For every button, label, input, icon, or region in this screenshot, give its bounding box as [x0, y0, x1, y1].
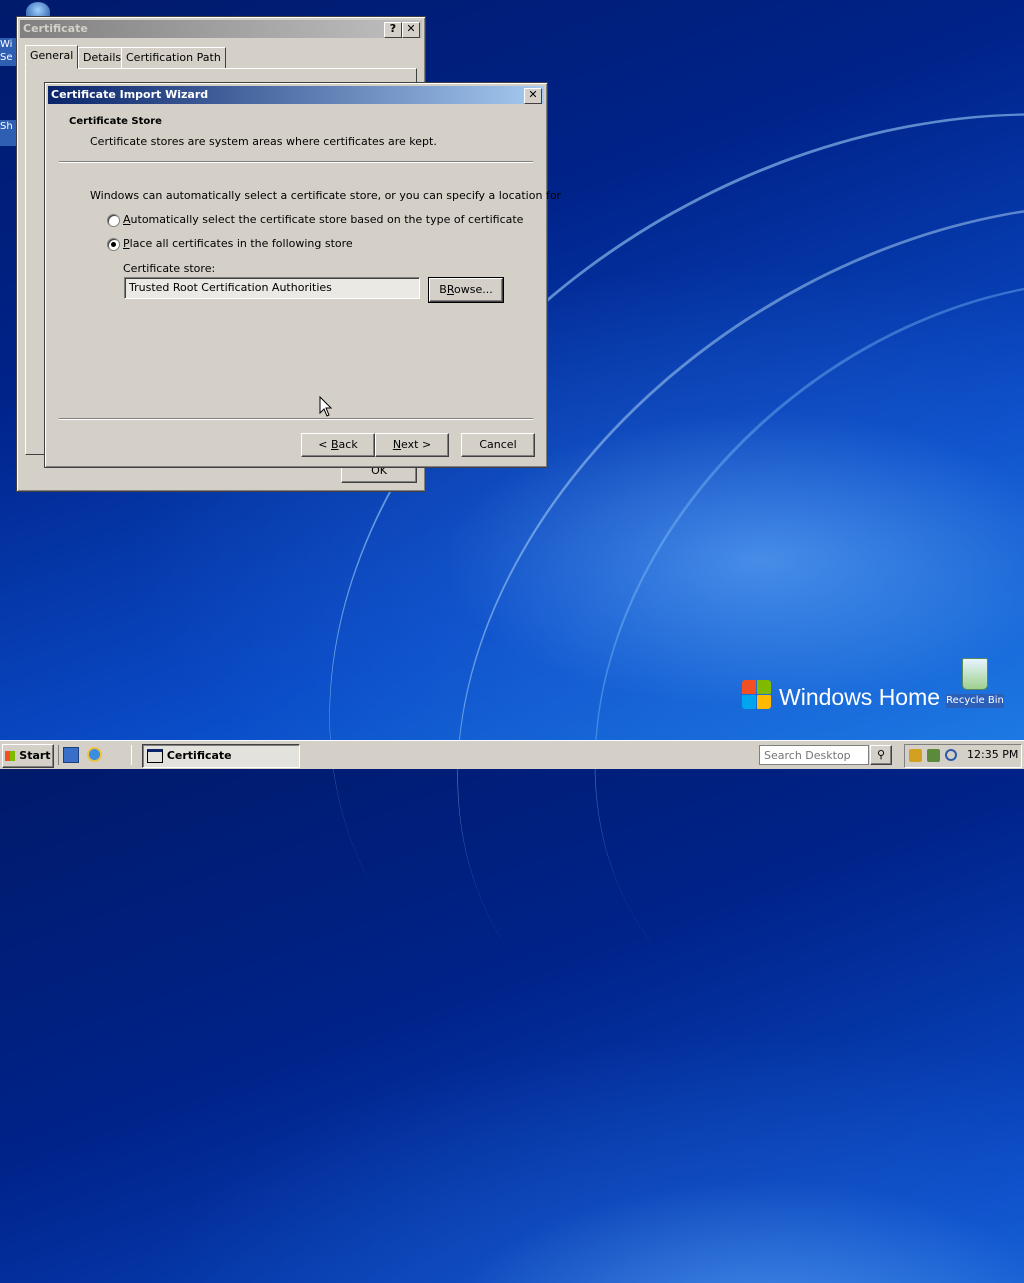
- taskbar-task-certificate[interactable]: Certificate: [142, 744, 300, 768]
- tab-label: Certification Path: [126, 51, 221, 64]
- cancel-label: Cancel: [479, 438, 517, 451]
- brand-text: Windows Home S: [779, 684, 945, 710]
- desktop-icon-label: Se: [0, 52, 13, 63]
- help-icon: ?: [389, 22, 397, 35]
- close-icon: ✕: [406, 22, 416, 35]
- search-icon: ⚲: [876, 748, 886, 761]
- close-button[interactable]: ✕: [524, 88, 542, 104]
- mnemonic: P: [123, 237, 130, 250]
- next-label: ext >: [401, 438, 432, 451]
- desktop-icon-label: Sh: [0, 121, 13, 132]
- cancel-button[interactable]: Cancel: [461, 433, 535, 457]
- header-separator: [59, 161, 533, 163]
- certificate-titlebar[interactable]: Certificate ? ✕: [20, 20, 422, 38]
- quick-launch: [58, 745, 132, 765]
- wizard-title: Certificate Import Wizard: [51, 88, 209, 101]
- option-label: Automatically select the certificate sto…: [123, 213, 523, 226]
- tab-certification-path[interactable]: Certification Path: [121, 47, 226, 69]
- search-desktop-input[interactable]: [759, 745, 869, 765]
- close-button[interactable]: ✕: [402, 22, 420, 38]
- certificate-title: Certificate: [23, 22, 88, 35]
- import-wizard-window: Certificate Import Wizard ✕ Certificate …: [44, 82, 561, 468]
- browse-label: owse...: [453, 283, 493, 296]
- internet-explorer-icon[interactable]: [87, 747, 102, 762]
- mnemonic: R: [446, 283, 454, 296]
- close-icon: ✕: [528, 88, 538, 101]
- wizard-subheading: Certificate stores are system areas wher…: [90, 135, 437, 148]
- wizard-titlebar[interactable]: Certificate Import Wizard ✕: [48, 86, 544, 104]
- option-label: Place all certificates in the following …: [123, 237, 353, 250]
- wizard-intro-text: Windows can automatically select a certi…: [90, 189, 562, 202]
- taskbar: Start Certificate ⚲ 12:35 PM: [0, 740, 1024, 769]
- tray-keys-icon[interactable]: [909, 749, 922, 762]
- radio-place-all[interactable]: [107, 238, 120, 251]
- tray-network-icon[interactable]: [927, 749, 940, 762]
- recycle-bin-label: Recycle Bin: [946, 694, 1004, 708]
- mnemonic: N: [392, 438, 402, 451]
- windows-logo-icon: [5, 751, 16, 761]
- browse-button[interactable]: BRowse...: [428, 277, 504, 303]
- certificate-store-field: Trusted Root Certification Authorities: [124, 277, 420, 299]
- task-label: Certificate: [166, 749, 232, 762]
- desktop-icon-partial[interactable]: Wi Se: [0, 38, 16, 66]
- tray-search-icon[interactable]: [945, 749, 957, 761]
- option-text: utomatically select the certificate stor…: [130, 213, 524, 226]
- tab-label: Details: [83, 51, 122, 64]
- browse-label: B: [439, 283, 447, 296]
- store-label: Certificate store:: [123, 262, 216, 275]
- start-button[interactable]: Start: [2, 744, 54, 768]
- back-label: ack: [338, 438, 358, 451]
- footer-separator: [59, 418, 533, 420]
- tab-details[interactable]: Details: [78, 47, 127, 69]
- clock: 12:35 PM: [967, 748, 1019, 761]
- start-label: Start: [19, 749, 51, 762]
- search-button[interactable]: ⚲: [870, 745, 892, 765]
- recycle-bin-icon: [962, 658, 988, 690]
- system-tray: 12:35 PM: [904, 744, 1022, 768]
- windows-logo-icon: [742, 680, 772, 710]
- back-label: <: [318, 438, 331, 451]
- mouse-cursor-icon: [319, 396, 333, 417]
- mnemonic: B: [331, 438, 339, 451]
- show-desktop-icon[interactable]: [63, 747, 79, 763]
- next-button[interactable]: Next >: [375, 433, 449, 457]
- mnemonic: A: [123, 213, 131, 226]
- tab-general[interactable]: General: [25, 45, 79, 69]
- tab-label: General: [30, 49, 74, 62]
- option-text: lace all certificates in the following s…: [129, 237, 353, 250]
- wizard-heading: Certificate Store: [69, 116, 162, 127]
- desktop-icon-label: Wi: [0, 39, 13, 50]
- recycle-bin[interactable]: Recycle Bin: [946, 656, 1004, 710]
- radio-auto-select[interactable]: [107, 214, 120, 227]
- desktop-icon-partial[interactable]: Sh: [0, 120, 16, 146]
- help-button[interactable]: ?: [384, 22, 402, 38]
- back-button[interactable]: < Back: [301, 433, 375, 457]
- window-icon: [147, 749, 163, 763]
